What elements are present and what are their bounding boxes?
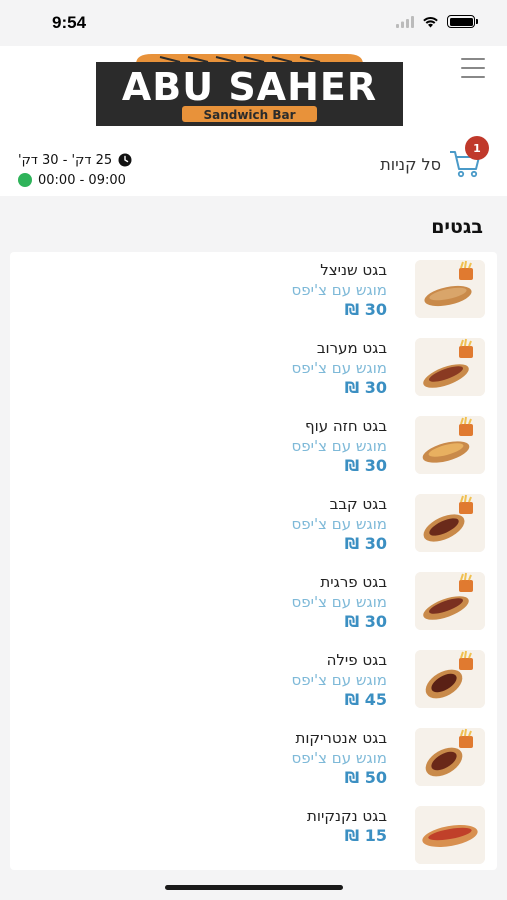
item-text: בגט נקנקיות 15 ₪ [307, 806, 387, 846]
menu-item[interactable]: בגט נקנקיות 15 ₪ [10, 798, 497, 876]
menu-item[interactable]: בגט מערוב מוגש עם צ'יפס 30 ₪ [10, 330, 497, 408]
item-description: מוגש עם צ'יפס [291, 749, 387, 767]
item-thumbnail [415, 572, 485, 630]
item-price: 30 ₪ [344, 378, 387, 397]
menu-item[interactable]: בגט קבב מוגש עם צ'יפס 30 ₪ [10, 486, 497, 564]
item-description: מוגש עם צ'יפס [291, 671, 387, 689]
signal-icon [396, 15, 414, 28]
shopping-cart-icon[interactable]: 1 [449, 136, 489, 178]
item-price: 45 ₪ [344, 690, 387, 709]
logo-brand-text: ABU SAHER [122, 65, 377, 109]
menu-item[interactable]: בגט אנטריקות מוגש עם צ'יפס 50 ₪ [10, 720, 497, 798]
battery-icon [447, 15, 478, 28]
item-description: מוגש עם צ'יפס [291, 437, 387, 455]
item-description: מוגש עם צ'יפס [291, 281, 387, 299]
item-thumbnail [415, 260, 485, 318]
item-text: בגט מערוב מוגש עם צ'יפס 30 ₪ [292, 338, 387, 398]
item-text: בגט אנטריקות מוגש עם צ'יפס 50 ₪ [292, 728, 387, 788]
item-price: 15 ₪ [344, 826, 387, 845]
menu-list: בגט שניצל מוגש עם צ'יפס 30 ₪ בגט מערוב מ… [10, 252, 497, 870]
opening-hours: 00:00 - 09:00 [38, 172, 126, 188]
brand-logo: ABU SAHER Sandwich Bar [96, 54, 403, 126]
item-description: מוגש עם צ'יפס [291, 515, 387, 533]
item-name: בגט מערוב [316, 339, 387, 357]
item-text: בגט פרגית מוגש עם צ'יפס 30 ₪ [292, 572, 387, 632]
menu-item[interactable]: בגט חזה עוף מוגש עם צ'יפס 30 ₪ [10, 408, 497, 486]
item-name: בגט קבב [329, 495, 387, 513]
item-price: 30 ₪ [344, 456, 387, 475]
section-title: בגטים [431, 216, 483, 238]
status-time: 9:54 [52, 13, 87, 32]
item-thumbnail [415, 338, 485, 396]
item-name: בגט חזה עוף [305, 417, 387, 435]
menu-item[interactable]: בגט שניצל מוגש עם צ'יפס 30 ₪ [10, 252, 497, 330]
item-price: 50 ₪ [344, 768, 387, 787]
item-description: מוגש עם צ'יפס [291, 359, 387, 377]
status-bar: 9:54 [0, 0, 507, 46]
item-text: בגט שניצל מוגש עם צ'יפס 30 ₪ [292, 260, 387, 320]
item-price: 30 ₪ [344, 300, 387, 319]
item-name: בגט שניצל [320, 261, 387, 279]
item-price: 30 ₪ [344, 534, 387, 553]
delivery-time: 25 דק' - 30 דק' [18, 152, 113, 168]
cart-button[interactable]: סל קניות 1 [380, 136, 489, 178]
logo-tagline-text: Sandwich Bar [203, 108, 295, 122]
wifi-icon [423, 16, 438, 27]
item-description: מוגש עם צ'יפס [291, 593, 387, 611]
item-thumbnail [415, 806, 485, 864]
cart-label: סל קניות [380, 154, 441, 174]
menu-item[interactable]: בגט פרגית מוגש עם צ'יפס 30 ₪ [10, 564, 497, 642]
cart-count-badge: 1 [465, 136, 489, 160]
clock-icon [118, 153, 132, 167]
opening-hours-row: 00:00 - 09:00 [18, 170, 132, 190]
item-name: בגט אנטריקות [295, 729, 387, 747]
item-name: בגט פרגית [320, 573, 387, 591]
item-thumbnail [415, 650, 485, 708]
header: ABU SAHER Sandwich Bar 25 דק' - 30 דק' 0… [0, 46, 507, 196]
menu-item[interactable]: בגט פילה מוגש עם צ'יפס 45 ₪ [10, 642, 497, 720]
item-price: 30 ₪ [344, 612, 387, 631]
status-icons [396, 15, 478, 28]
store-info: 25 דק' - 30 דק' 00:00 - 09:00 [18, 150, 132, 190]
delivery-time-row: 25 דק' - 30 דק' [18, 150, 132, 170]
item-name: בגט פילה [326, 651, 387, 669]
item-text: בגט חזה עוף מוגש עם צ'יפס 30 ₪ [292, 416, 387, 476]
item-thumbnail [415, 494, 485, 552]
open-status-icon [18, 173, 32, 187]
item-thumbnail [415, 728, 485, 786]
item-thumbnail [415, 416, 485, 474]
item-text: בגט פילה מוגש עם צ'יפס 45 ₪ [292, 650, 387, 710]
hamburger-menu-icon[interactable] [461, 58, 485, 78]
item-name: בגט נקנקיות [307, 807, 387, 825]
item-text: בגט קבב מוגש עם צ'יפס 30 ₪ [292, 494, 387, 554]
home-indicator [165, 885, 343, 890]
